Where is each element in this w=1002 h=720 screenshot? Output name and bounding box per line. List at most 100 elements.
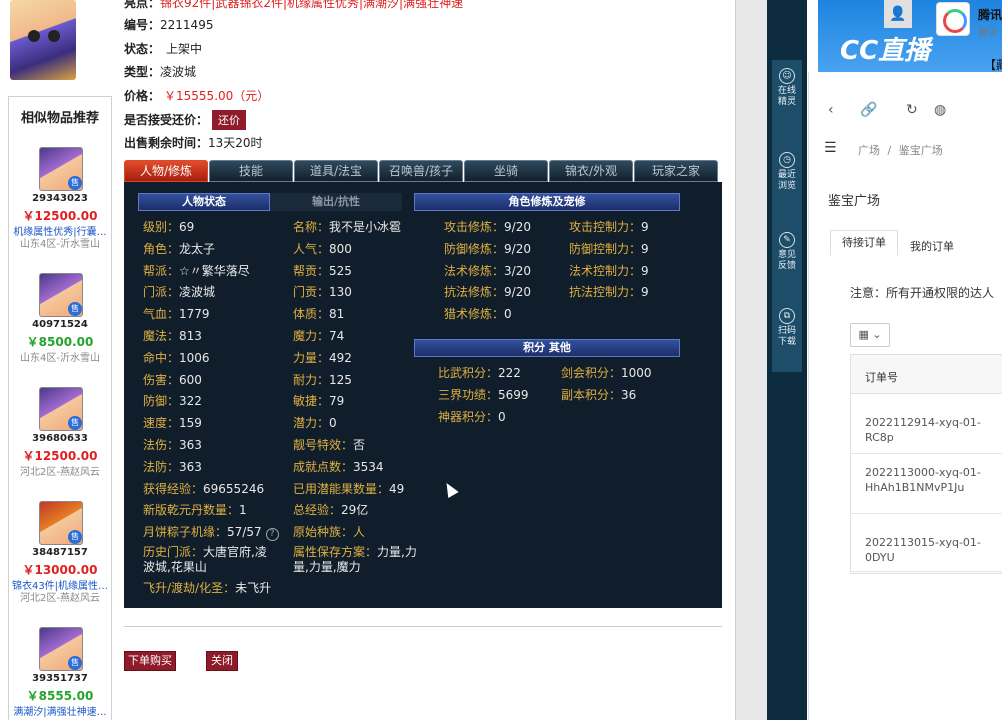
stat-value: 125	[329, 372, 352, 387]
stat-row: 魔力：74	[293, 327, 344, 344]
order-number: 2022113015-xyq-01-0DYU	[865, 536, 981, 564]
price-row: 价格： ￥15555.00（元）	[124, 89, 270, 103]
similar-item-price: ￥8500.00	[26, 335, 94, 349]
stat-value: 9/20	[504, 241, 531, 256]
section-output-resistance[interactable]: 输出/抗性	[270, 193, 402, 211]
tab-outfits[interactable]: 锦衣/外观	[549, 160, 633, 182]
stat-row: 猎术修炼：0	[444, 305, 512, 322]
tab-home[interactable]: 玩家之家	[634, 160, 718, 182]
user-icon[interactable]: 👤	[884, 0, 912, 28]
similar-item-note[interactable]: 满潮汐|满强壮神速…	[9, 703, 111, 718]
stat-value: 600	[179, 372, 202, 387]
breadcrumb-appraisal[interactable]: 鉴宝广场	[899, 144, 943, 157]
character-panel: 人物状态 输出/抗性 角色修炼及宠修 积分 其他 级别：69 角色：龙太子 帮派：☆…	[124, 182, 722, 608]
stat-row: 攻击控制力：9	[569, 218, 649, 235]
stat-value: 9	[641, 220, 649, 234]
table-row[interactable]: 2022113015-xyq-01-0DYU	[851, 513, 1002, 572]
stat-label: 新版乾元丹数量：	[143, 503, 240, 518]
tab-character[interactable]: 人物/修炼	[124, 160, 208, 182]
stat-value: 322	[179, 394, 202, 409]
stat-label: 名称：	[293, 220, 330, 234]
stat-row: 飞升/渡劫/化圣：未飞升	[143, 579, 271, 596]
counter-offer-row: 是否接受还价： 还价	[124, 110, 247, 130]
online-helper-button[interactable]: ☺ 在线 精灵	[772, 68, 802, 108]
similar-item[interactable]: 售 38487157 ￥13000.00 锦衣43件|机缘属性… 河北2区-燕赵…	[9, 501, 111, 619]
stat-row: 伤害：600	[143, 371, 202, 388]
stat-label: 已用潜能果数量：	[293, 481, 390, 496]
help-icon[interactable]: ?	[265, 528, 279, 542]
similar-item[interactable]: 售 40971524 ￥8500.00 山东4区-沂水雪山	[9, 273, 111, 391]
stat-label: 月饼粽子机缘：	[143, 525, 228, 540]
counter-offer-button[interactable]: 还价	[212, 110, 247, 130]
recent-browse-button[interactable]: ◷ 最近 浏览	[772, 152, 802, 192]
stat-value: 492	[329, 350, 352, 365]
refresh-icon[interactable]: ↻	[906, 102, 918, 118]
link-icon[interactable]: 🔗	[860, 102, 877, 118]
highlight-row: 亮点：锦衣92件|武器锦衣2件|机缘属性优秀|满潮汐|满强壮神速	[124, 0, 463, 11]
contact-avatar[interactable]	[936, 2, 970, 36]
close-button[interactable]: 关闭	[206, 651, 238, 671]
scan-icon: ⧉	[779, 308, 795, 324]
section-character-status[interactable]: 人物状态	[138, 193, 270, 211]
similar-item-server: 河北2区-燕赵风云	[20, 593, 100, 604]
buy-button[interactable]: 下单购买	[124, 651, 176, 671]
stat-value: 81	[329, 307, 345, 322]
stat-value: 69655246	[203, 481, 265, 496]
similar-item-thumbnail[interactable]: 售	[39, 273, 83, 317]
menu-collapse-icon[interactable]: ☰	[824, 140, 837, 156]
stat-label: 三界功绩：	[438, 387, 499, 402]
tab-items[interactable]: 道具/法宝	[294, 160, 378, 182]
sale-tag-icon: 售	[68, 302, 82, 316]
stat-label: 属性保存方案：	[293, 545, 378, 559]
similar-item-thumbnail[interactable]: 售	[39, 501, 83, 545]
type-row: 类型：凌波城	[124, 65, 197, 79]
back-icon[interactable]: ‹	[828, 102, 834, 118]
similar-item-thumbnail[interactable]: 售	[39, 147, 83, 191]
column-settings-button[interactable]: ▦ ⌄	[850, 323, 890, 347]
table-row[interactable]: 2022112914-xyq-01-RC8p	[851, 393, 1002, 454]
stat-value: 49	[389, 481, 405, 496]
stat-value: 5699	[498, 387, 529, 402]
sidebar-title: 相似物品推荐	[20, 111, 99, 126]
stat-row: 速度：159	[143, 414, 202, 431]
stat-label: 门派：	[143, 285, 180, 300]
tab-pets[interactable]: 召唤兽/孩子	[379, 160, 463, 182]
stat-label: 攻击修炼：	[444, 220, 505, 234]
stat-value: 3/20	[504, 263, 531, 278]
item-id: 2211495	[160, 18, 214, 32]
stat-row: 历史门派：大唐官府,凌波城,花果山	[143, 545, 273, 575]
clock-icon: ◷	[779, 152, 795, 168]
globe-icon[interactable]: ◍	[934, 102, 946, 118]
similar-item[interactable]: 售 29343023 ￥12500.00 机缘属性优秀|行囊… 山东4区-沂水雪…	[9, 147, 111, 265]
stat-value: 130	[329, 285, 352, 300]
similar-item[interactable]: 售 39351737 ￥8555.00 满潮汐|满强壮神速…	[9, 627, 111, 720]
remaining-time-row: 出售剩余时间：13天20时	[124, 136, 263, 150]
stat-row: 人气：800	[293, 240, 352, 257]
page-scrollbar[interactable]	[735, 0, 768, 720]
tab-pending-orders[interactable]: 待接订单	[830, 230, 898, 256]
order-number: 2022113000-xyq-01-HhAh1B1NMvP1Ju	[865, 466, 981, 494]
stat-row: 气血：1779	[143, 305, 210, 322]
table-row[interactable]: 2022113000-xyq-01-HhAh1B1NMvP1Ju	[851, 453, 1002, 514]
sale-tag-icon: 售	[68, 656, 82, 670]
similar-item-price: ￥13000.00	[22, 563, 98, 577]
header-tag: 【藏	[984, 58, 1002, 72]
similar-item-price: ￥12500.00	[22, 209, 98, 223]
stat-row: 法术控制力：9	[569, 262, 649, 279]
tab-mounts[interactable]: 坐骑	[464, 160, 548, 182]
stat-value: 363	[179, 438, 202, 452]
feedback-button[interactable]: ✎ 意见 反馈	[772, 232, 802, 272]
tab-skills[interactable]: 技能	[209, 160, 293, 182]
scan-download-button[interactable]: ⧉ 扫码 下载	[772, 308, 802, 348]
similar-item-thumbnail[interactable]: 售	[39, 627, 83, 671]
item-id-row: 编号：2211495	[124, 18, 214, 32]
stat-row: 防御修炼：9/20	[444, 240, 531, 257]
stat-label: 神器积分：	[438, 409, 499, 424]
tab-my-orders[interactable]: 我的订单	[910, 238, 954, 254]
similar-item[interactable]: 售 39680633 ￥12500.00 河北2区-燕赵风云	[9, 387, 111, 505]
similar-item-thumbnail[interactable]: 售	[39, 387, 83, 431]
stat-value: 1000	[621, 366, 652, 380]
stat-row: 已用潜能果数量：49	[293, 480, 404, 497]
similar-item-id: 39351737	[32, 673, 88, 684]
breadcrumb-plaza[interactable]: 广场	[858, 144, 880, 157]
